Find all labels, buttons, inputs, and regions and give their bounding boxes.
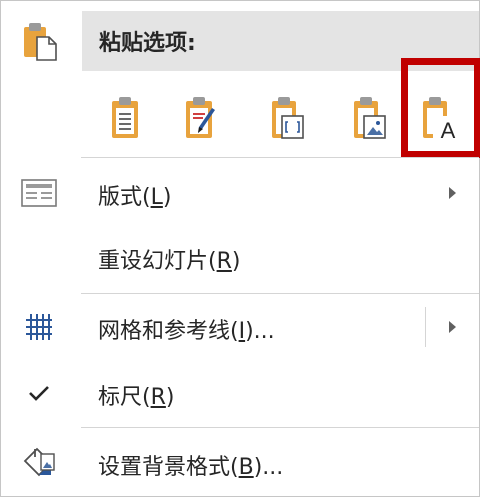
menu-item-ruler-label: 标尺(R) [98, 385, 175, 410]
paste-keep-source-button[interactable] [97, 83, 153, 153]
format-background-icon [19, 443, 59, 483]
paste-picture-button[interactable] [341, 83, 397, 153]
context-menu: 粘贴选项: A 版式(L) 重设幻灯片(R) 网格和参考线(I)... 标尺(R… [0, 0, 480, 497]
paste-use-destination-theme-button[interactable] [173, 83, 229, 153]
paste-embed-icon [270, 96, 304, 140]
menu-item-grid-and-guides[interactable]: 网格和参考线(I)... [1, 295, 479, 359]
separator [81, 427, 479, 428]
menu-item-layout-label: 版式(L) [98, 185, 172, 210]
paste-picture-icon [352, 96, 386, 140]
paste-icon [23, 21, 57, 61]
paste-options-title: 粘贴选项: [99, 31, 196, 56]
paste-use-destination-theme-icon [184, 96, 218, 140]
menu-item-format-background[interactable]: 设置背景格式(B)... [1, 431, 479, 495]
paste-keep-source-icon [110, 96, 140, 140]
menu-item-ruler[interactable]: 标尺(R) [1, 361, 479, 425]
menu-item-format-background-label: 设置背景格式(B)... [98, 455, 284, 480]
submenu-arrow-icon [449, 187, 456, 199]
selection-highlight-frame [401, 58, 480, 158]
separator [81, 293, 479, 294]
split-button-divider [425, 307, 426, 347]
checkmark-icon [19, 373, 59, 413]
menu-item-grid-and-guides-label: 网格和参考线(I)... [98, 319, 275, 344]
menu-item-layout[interactable]: 版式(L) [1, 161, 479, 225]
layout-icon [19, 173, 59, 213]
grid-icon [19, 307, 59, 347]
separator [81, 157, 479, 158]
menu-item-reset-slide-label: 重设幻灯片(R) [98, 249, 241, 274]
submenu-arrow-icon[interactable] [449, 321, 456, 333]
paste-embed-button[interactable] [259, 83, 315, 153]
menu-item-reset-slide[interactable]: 重设幻灯片(R) [1, 225, 479, 289]
